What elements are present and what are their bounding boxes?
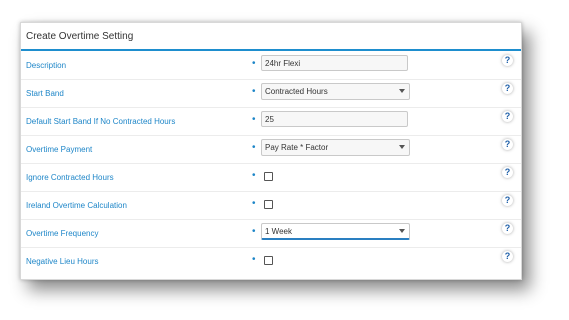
required-marker: • [252, 58, 256, 69]
help-icon[interactable]: ? [502, 111, 513, 122]
overtime-setting-card: Create Overtime Setting Description • 24… [20, 22, 522, 280]
default-start-band-label: Default Start Band If No Contracted Hour… [26, 117, 176, 126]
row-overtime-frequency: Overtime Frequency • 1 Week ? [21, 219, 521, 248]
start-band-value: Contracted Hours [265, 87, 328, 96]
required-marker: • [252, 142, 256, 153]
ignore-contracted-hours-checkbox[interactable] [264, 172, 273, 181]
overtime-payment-select[interactable]: Pay Rate * Factor [261, 139, 410, 156]
row-default-start-band: Default Start Band If No Contracted Hour… [21, 107, 521, 136]
negative-lieu-hours-checkbox[interactable] [264, 256, 273, 265]
help-icon[interactable]: ? [502, 83, 513, 94]
start-band-label: Start Band [26, 89, 64, 98]
chevron-down-icon [399, 145, 405, 149]
card-header: Create Overtime Setting [21, 23, 521, 51]
overtime-frequency-select[interactable]: 1 Week [261, 223, 410, 240]
row-start-band: Start Band • Contracted Hours ? [21, 79, 521, 108]
overtime-frequency-label: Overtime Frequency [26, 229, 99, 238]
description-input[interactable]: 24hr Flexi [261, 55, 408, 71]
required-marker: • [252, 114, 256, 125]
negative-lieu-hours-label: Negative Lieu Hours [26, 257, 99, 266]
description-label: Description [26, 61, 67, 70]
help-icon[interactable]: ? [502, 139, 513, 150]
required-marker: • [252, 86, 256, 97]
row-overtime-payment: Overtime Payment • Pay Rate * Factor ? [21, 135, 521, 164]
overtime-payment-label: Overtime Payment [26, 145, 93, 154]
card-title: Create Overtime Setting [26, 31, 134, 42]
row-description: Description • 24hr Flexi ? [21, 51, 521, 80]
overtime-payment-value: Pay Rate * Factor [265, 143, 329, 152]
row-ignore-contracted-hours: Ignore Contracted Hours • ? [21, 163, 521, 192]
ireland-overtime-calculation-label: Ireland Overtime Calculation [26, 201, 127, 210]
chevron-down-icon [399, 229, 405, 233]
help-icon[interactable]: ? [502, 55, 513, 66]
row-ireland-overtime-calculation: Ireland Overtime Calculation • ? [21, 191, 521, 220]
help-icon[interactable]: ? [502, 167, 513, 178]
required-marker: • [252, 226, 256, 237]
chevron-down-icon [399, 89, 405, 93]
required-marker: • [252, 170, 256, 181]
help-icon[interactable]: ? [502, 251, 513, 262]
ignore-contracted-hours-label: Ignore Contracted Hours [26, 173, 114, 182]
row-negative-lieu-hours: Negative Lieu Hours • ? [21, 247, 521, 275]
ireland-overtime-calculation-checkbox[interactable] [264, 200, 273, 209]
required-marker: • [252, 198, 256, 209]
help-icon[interactable]: ? [502, 195, 513, 206]
default-start-band-input[interactable]: 25 [261, 111, 408, 127]
start-band-select[interactable]: Contracted Hours [261, 83, 410, 100]
required-marker: • [252, 254, 256, 265]
help-icon[interactable]: ? [502, 223, 513, 234]
overtime-frequency-value: 1 Week [265, 227, 292, 236]
